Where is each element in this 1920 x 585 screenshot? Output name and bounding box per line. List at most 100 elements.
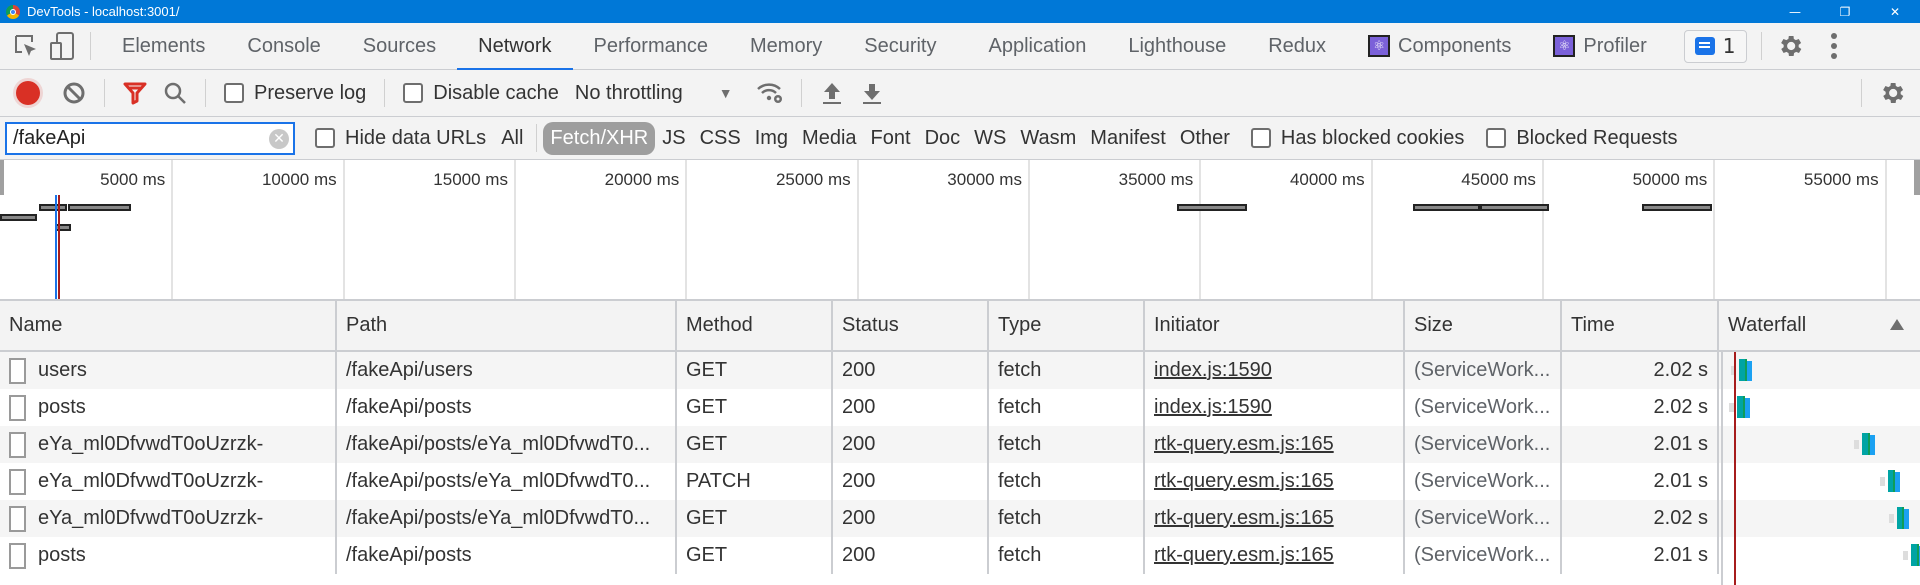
cell-path: /fakeApi/posts/eYa_ml0DfvwdT0... [337, 463, 677, 500]
filter-input[interactable] [13, 126, 253, 150]
type-filter-fetch-xhr[interactable]: Fetch/XHR [543, 121, 656, 155]
restore-button[interactable]: ❐ [1820, 0, 1870, 23]
column-header-status[interactable]: Status [833, 301, 989, 350]
column-header-size[interactable]: Size [1405, 301, 1562, 350]
waterfall-download-segment [1895, 472, 1901, 492]
column-header-initiator[interactable]: Initiator [1145, 301, 1405, 350]
cell-name[interactable]: eYa_ml0DfvwdT0oUzrzk- [0, 463, 337, 500]
table-row[interactable]: users/fakeApi/users GET 200 fetch index.js:1… [0, 352, 1920, 389]
waterfall-bar[interactable] [1888, 507, 1910, 529]
checkbox-box[interactable] [1486, 128, 1507, 148]
divider [205, 79, 206, 107]
column-header-time[interactable]: Time [1562, 301, 1719, 350]
waterfall-download-segment [1869, 435, 1875, 455]
cell-type: fetch [989, 426, 1145, 463]
initiator-link[interactable]: rtk-query.esm.js:165 [1154, 470, 1334, 493]
column-header-path[interactable]: Path [337, 301, 677, 350]
checkbox-box[interactable] [403, 83, 424, 103]
cell-name[interactable]: eYa_ml0DfvwdT0oUzrzk- [0, 426, 337, 463]
clear-icon[interactable] [54, 73, 94, 113]
checkbox-box[interactable] [224, 83, 244, 103]
type-filter-img[interactable]: Img [748, 122, 795, 155]
type-filter-manifest[interactable]: Manifest [1083, 122, 1173, 155]
waterfall-queue-segment [1903, 551, 1908, 560]
tab-network[interactable]: Network [457, 23, 573, 71]
more-options-icon[interactable] [1816, 23, 1852, 70]
filter-input-wrapper[interactable]: ✕ [5, 121, 295, 155]
table-row[interactable]: posts/fakeApi/posts GET 200 fetch rtk-query.… [0, 537, 1920, 574]
export-har-icon[interactable] [852, 73, 892, 113]
issues-button[interactable]: 1 [1683, 29, 1747, 63]
overview-request-bar [1177, 204, 1247, 211]
search-icon[interactable] [155, 73, 195, 113]
type-filter-font[interactable]: Font [864, 122, 918, 155]
minimize-button[interactable]: — [1770, 0, 1820, 23]
preserve-log-checkbox[interactable]: Preserve log [224, 82, 366, 105]
tab-sources[interactable]: Sources [342, 23, 457, 70]
type-filter-other[interactable]: Other [1173, 122, 1237, 155]
initiator-link[interactable]: rtk-query.esm.js:165 [1154, 507, 1334, 530]
tab-security[interactable]: Security [843, 23, 957, 70]
cell-name[interactable]: eYa_ml0DfvwdT0oUzrzk- [0, 500, 337, 537]
device-toolbar-icon[interactable] [44, 23, 80, 70]
tab-performance[interactable]: Performance [573, 23, 730, 70]
tab-application[interactable]: Application [957, 23, 1107, 70]
checkbox-box[interactable] [315, 128, 335, 148]
issues-count: 1 [1722, 34, 1736, 58]
waterfall-bar[interactable] [1854, 433, 1875, 455]
tab-redux[interactable]: Redux [1247, 23, 1347, 70]
waterfall-bar[interactable] [1879, 470, 1901, 492]
hide-data-urls-checkbox[interactable]: Hide data URLs [315, 127, 486, 150]
close-button[interactable]: ✕ [1870, 0, 1920, 23]
tab-console[interactable]: Console [226, 23, 341, 70]
type-filter-doc[interactable]: Doc [918, 122, 968, 155]
throttling-select[interactable]: No throttling ▼ [575, 82, 733, 105]
settings-gear-icon[interactable] [1772, 23, 1808, 70]
filter-icon[interactable] [115, 73, 155, 113]
type-filter-all[interactable]: All [494, 122, 530, 155]
network-overview-timeline[interactable]: 5000 ms 10000 ms 15000 ms 20000 ms 25000 ms 3… [0, 160, 1920, 301]
column-header-type[interactable]: Type [989, 301, 1145, 350]
cell-name[interactable]: users [0, 352, 337, 389]
type-filter-js[interactable]: JS [655, 122, 692, 155]
column-header-method[interactable]: Method [677, 301, 833, 350]
checkbox-box[interactable] [1250, 128, 1271, 148]
import-har-icon[interactable] [812, 73, 852, 113]
type-filter-ws[interactable]: WS [967, 122, 1013, 155]
record-button[interactable] [16, 81, 40, 105]
has-blocked-cookies-checkbox[interactable]: Has blocked cookies [1250, 127, 1464, 150]
initiator-link[interactable]: index.js:1590 [1154, 396, 1272, 419]
tab-profiler[interactable]: ⚛ Profiler [1532, 23, 1667, 70]
table-row[interactable]: eYa_ml0DfvwdT0oUzrzk- /fakeApi/posts/eYa_… [0, 463, 1920, 500]
type-filter-wasm[interactable]: Wasm [1013, 122, 1083, 155]
cell-name[interactable]: posts [0, 537, 337, 574]
inspect-element-icon[interactable] [8, 23, 44, 70]
table-row[interactable]: posts/fakeApi/posts GET 200 fetch index.js:1… [0, 389, 1920, 426]
request-name: users [38, 359, 87, 381]
tab-elements[interactable]: Elements [101, 23, 226, 70]
network-conditions-icon[interactable] [751, 73, 791, 113]
column-header-name[interactable]: Name [0, 301, 337, 350]
overview-tick-label: 50000 ms [1632, 170, 1708, 189]
overview-scrollbar[interactable] [1914, 160, 1920, 195]
type-filter-media[interactable]: Media [795, 122, 863, 155]
type-filter-css[interactable]: CSS [693, 122, 748, 155]
clear-filter-icon[interactable]: ✕ [269, 128, 289, 149]
tab-components[interactable]: ⚛ Components [1347, 23, 1532, 70]
overview-request-bar [0, 214, 37, 221]
network-settings-gear-icon[interactable] [1872, 73, 1912, 113]
column-header-waterfall[interactable]: Waterfall [1719, 301, 1920, 350]
blocked-requests-checkbox[interactable]: Blocked Requests [1486, 127, 1678, 150]
tab-lighthouse[interactable]: Lighthouse [1107, 23, 1247, 70]
table-row[interactable]: eYa_ml0DfvwdT0oUzrzk- /fakeApi/posts/eYa_… [0, 426, 1920, 463]
overview-left-handle[interactable] [0, 160, 4, 195]
cell-name[interactable]: posts [0, 389, 337, 426]
tab-memory[interactable]: Memory [729, 23, 843, 70]
table-row[interactable]: eYa_ml0DfvwdT0oUzrzk- /fakeApi/posts/eYa_… [0, 500, 1920, 537]
initiator-link[interactable]: rtk-query.esm.js:165 [1154, 433, 1334, 456]
waterfall-bar[interactable] [1903, 544, 1920, 566]
initiator-link[interactable]: index.js:1590 [1154, 359, 1272, 382]
initiator-link[interactable]: rtk-query.esm.js:165 [1154, 544, 1334, 567]
waterfall-bar[interactable] [1729, 396, 1750, 418]
disable-cache-checkbox[interactable]: Disable cache [403, 82, 559, 105]
